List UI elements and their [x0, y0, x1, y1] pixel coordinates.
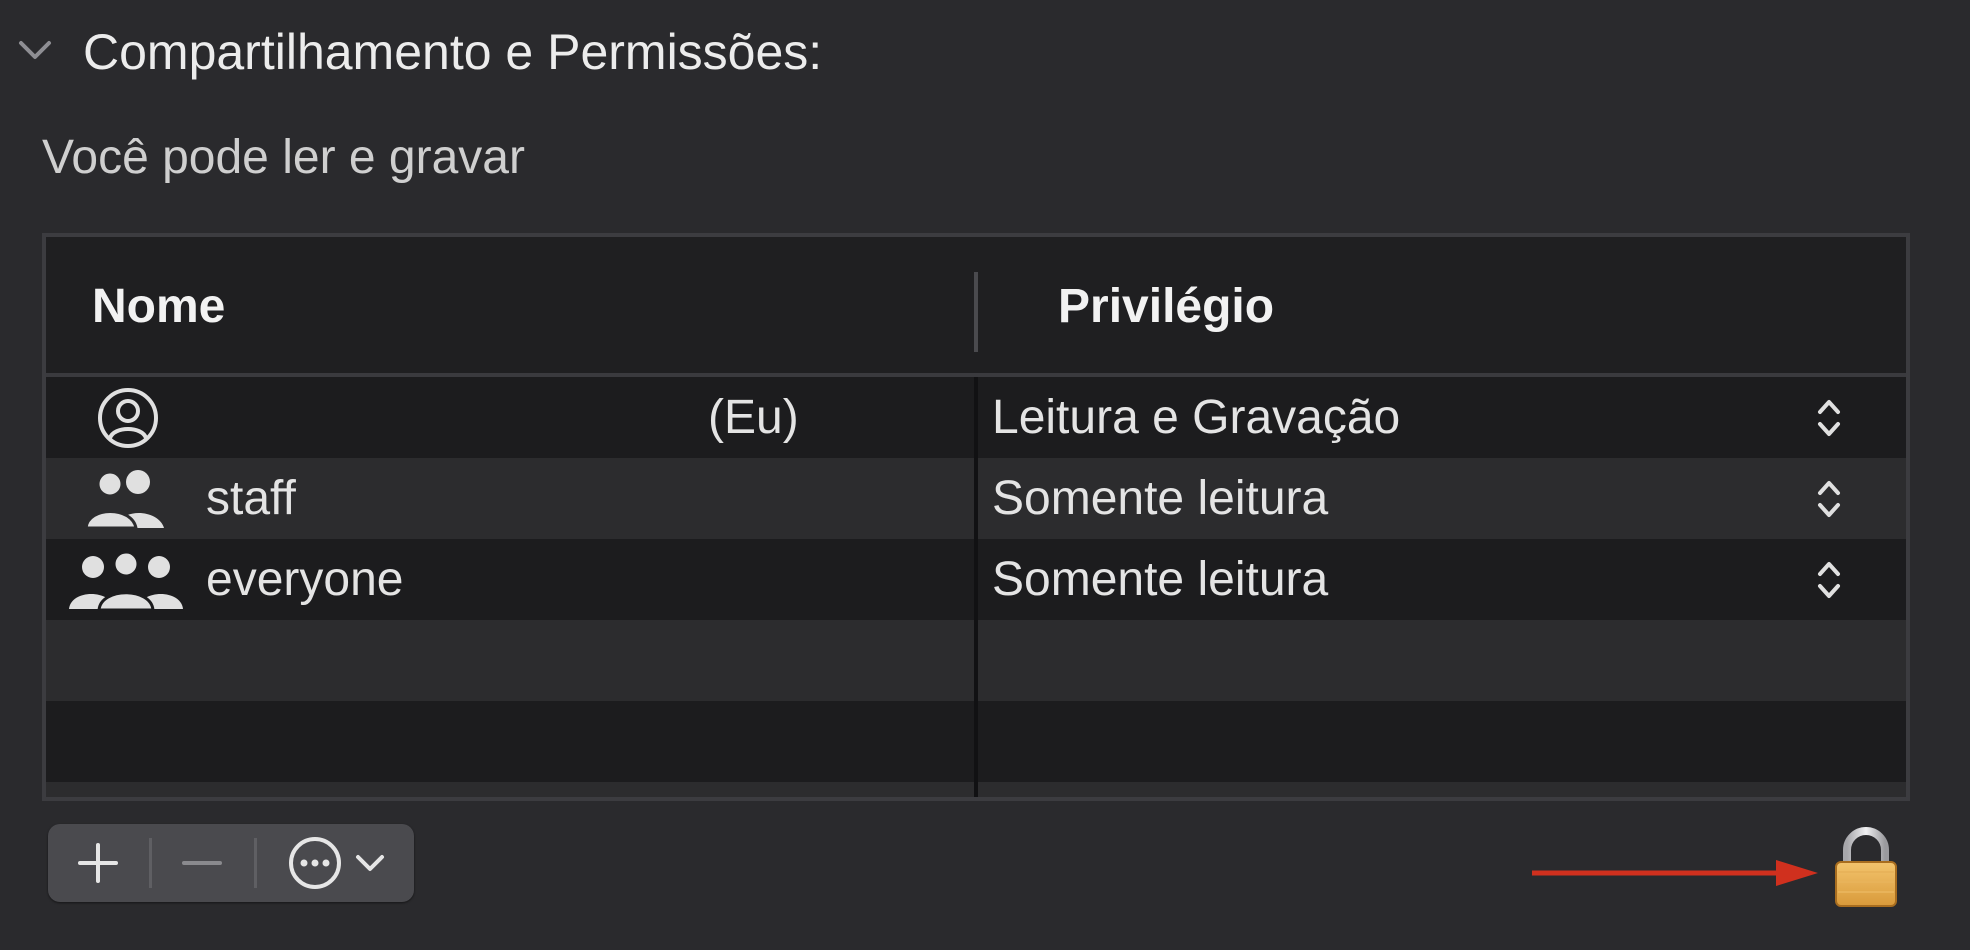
- column-header-privilege[interactable]: Privilégio: [1058, 277, 1274, 337]
- section-title: Compartilhamento e Permissões:: [83, 24, 823, 80]
- three-people-icon: [64, 547, 188, 613]
- minus-icon: [182, 861, 222, 865]
- row-name: everyone: [206, 553, 404, 606]
- privilege-stepper-icon[interactable]: [1814, 477, 1844, 521]
- person-circle-icon: [92, 382, 164, 454]
- chevron-down-icon: [355, 855, 384, 871]
- privilege-stepper-icon[interactable]: [1814, 558, 1844, 602]
- header-divider[interactable]: [974, 272, 978, 352]
- permissions-table: Nome Privilégio (Eu) Leitura e Gravação: [42, 233, 1910, 801]
- privilege-stepper-icon[interactable]: [1814, 396, 1844, 440]
- table-header: Nome Privilégio: [46, 237, 1906, 377]
- row-name: staff: [206, 472, 296, 525]
- column-header-name[interactable]: Nome: [92, 277, 225, 337]
- add-button[interactable]: [48, 824, 148, 902]
- plus-icon: [78, 843, 118, 883]
- two-people-icon: [80, 466, 170, 532]
- row-current-user-tag: (Eu): [708, 391, 799, 444]
- disclosure-chevron-icon[interactable]: [10, 20, 60, 80]
- ellipsis-circle-icon: [288, 837, 341, 889]
- permission-summary: Você pode ler e gravar: [42, 131, 525, 184]
- column-divider: [974, 377, 978, 797]
- row-privilege[interactable]: Somente leitura: [992, 458, 1328, 539]
- actions-menu-button[interactable]: [257, 824, 414, 902]
- row-privilege[interactable]: Leitura e Gravação: [992, 377, 1400, 458]
- row-privilege[interactable]: Somente leitura: [992, 539, 1328, 620]
- permissions-toolbar: [48, 824, 414, 902]
- padlock-icon[interactable]: [1832, 826, 1900, 908]
- remove-button[interactable]: [152, 824, 252, 902]
- annotation-arrow: [1530, 858, 1820, 888]
